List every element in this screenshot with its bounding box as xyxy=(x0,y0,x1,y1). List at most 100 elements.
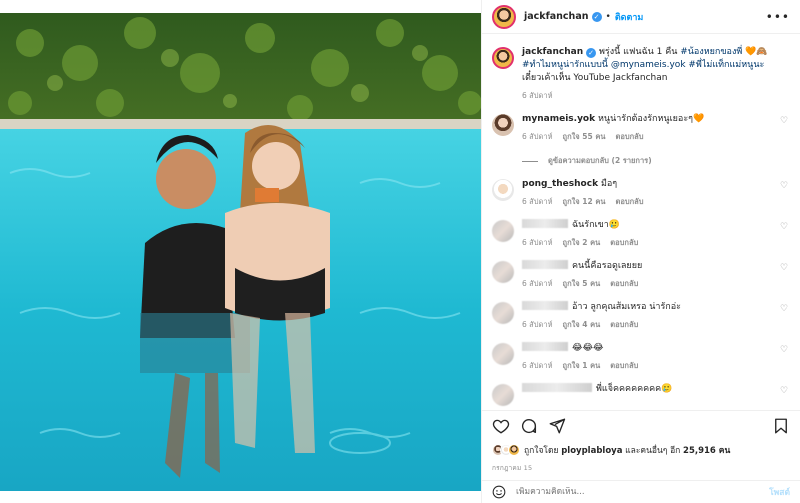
reply-button[interactable]: ตอบกลับ xyxy=(610,361,638,370)
comment-likes[interactable]: ถูกใจ 4 คน xyxy=(563,320,601,329)
likes-middle: และคนอื่นๆ อีก xyxy=(622,446,684,456)
caption-emoji: 🧡🙈 xyxy=(742,47,768,57)
comment-like-heart-icon[interactable]: ♡ xyxy=(780,222,790,232)
comment-input[interactable] xyxy=(516,487,770,497)
likes-text: ถูกใจโดย ployplabloya และคนอื่นๆ อีก 25,… xyxy=(524,443,730,457)
post-comment-button[interactable]: โพสต์ xyxy=(769,485,790,499)
heart-icon[interactable] xyxy=(492,417,510,435)
post-photo[interactable] xyxy=(0,13,481,491)
comment-item: 😂😂😂 6 สัปดาห์ ถูกใจ 1 คน ตอบกลับ ♡ xyxy=(492,342,790,372)
comment-time[interactable]: 6 สัปดาห์ xyxy=(522,279,553,288)
post-header: jackfanchan ✓ • ติดตาม ••• xyxy=(482,0,800,34)
comment-text: อ้าว ลูกคุณส้มเหรอ น่ารักอ่ะ xyxy=(572,302,681,312)
comment-time[interactable]: 6 สัปดาห์ xyxy=(522,197,553,206)
comment-item: mynameis.yok หนูน่ารักต้องรักหนูเยอะๆ🧡 6… xyxy=(492,113,790,143)
likes-count[interactable]: 25,916 xyxy=(683,446,716,456)
hashtag-link[interactable]: #น้องหยกของพี่ xyxy=(680,47,742,57)
liker-username[interactable]: ployplabloya xyxy=(561,446,622,456)
add-comment-bar: โพสต์ xyxy=(482,480,800,503)
commenter-avatar-blurred[interactable] xyxy=(492,302,514,324)
view-replies-button[interactable]: ดูข้อความตอบกลับ (2 รายการ) xyxy=(522,155,790,167)
comment-bubble-icon[interactable] xyxy=(520,417,538,435)
blurred-username xyxy=(522,260,568,269)
hashtag-link[interactable]: #พี่ไม่แท็กแม่หนูนะ xyxy=(688,60,764,70)
comment-item: คนนี้คือรอดูเลยยย 6 สัปดาห์ ถูกใจ 5 คน ตอบ… xyxy=(492,260,790,290)
author-avatar[interactable] xyxy=(492,4,516,29)
reply-button[interactable]: ตอบกลับ xyxy=(615,197,643,206)
likes-summary[interactable]: ถูกใจโดย ployplabloya และคนอื่นๆ อีก 25,… xyxy=(492,443,790,457)
caption-time[interactable]: 6 สัปดาห์ xyxy=(522,91,553,100)
verified-badge-icon: ✓ xyxy=(586,48,597,58)
comment-text: พี่แจ็คคคคคคคค🥲 xyxy=(596,384,673,394)
reply-button[interactable]: ตอบกลับ xyxy=(610,279,638,288)
caption-text-plain: พรุ่งนี้ แฟนฉัน 1 คืน xyxy=(596,47,681,57)
comment-time[interactable]: 6 สัปดาห์ xyxy=(522,361,553,370)
comment-likes[interactable]: ถูกใจ 2 คน xyxy=(563,238,601,247)
comment-likes[interactable]: ถูกใจ 5 คน xyxy=(563,279,601,288)
comment-likes[interactable]: ถูกใจ 12 คน xyxy=(563,197,606,206)
commenter-avatar-blurred[interactable] xyxy=(492,384,514,406)
comment-username[interactable]: mynameis.yok xyxy=(522,114,595,124)
comment-like-heart-icon[interactable]: ♡ xyxy=(780,386,790,396)
replies-divider xyxy=(522,160,538,162)
verified-badge-icon: ✓ xyxy=(591,11,602,22)
comment-item: อ้าว ลูกคุณส้มเหรอ น่ารักอ่ะ 6 สัปดาห์ ถู… xyxy=(492,301,790,331)
post-date[interactable]: กรกฎาคม 15 xyxy=(492,463,532,473)
paper-plane-icon[interactable] xyxy=(548,417,566,435)
commenter-avatar-blurred[interactable] xyxy=(492,220,514,242)
reply-button[interactable]: ตอบกลับ xyxy=(610,238,638,247)
view-replies-label: ดูข้อความตอบกลับ (2 รายการ) xyxy=(548,156,652,165)
likes-prefix: ถูกใจโดย xyxy=(524,446,562,456)
comments-list[interactable]: jackfanchan ✓ พรุ่งนี้ แฟนฉัน 1 คืน #น้อง… xyxy=(482,35,800,409)
more-options-icon[interactable]: ••• xyxy=(766,10,790,24)
comment-time[interactable]: 6 สัปดาห์ xyxy=(522,320,553,329)
header-separator: • xyxy=(605,11,611,22)
comment-item: pong_theshock มือๆ 6 สัปดาห์ ถูกใจ 12 คน ต… xyxy=(492,178,790,208)
reply-button[interactable]: ตอบกลับ xyxy=(615,132,643,141)
pool-photo-illustration xyxy=(0,13,481,491)
comment-time[interactable]: 6 สัปดาห์ xyxy=(522,238,553,247)
comment-username[interactable]: pong_theshock xyxy=(522,179,598,189)
commenter-avatar-blurred[interactable] xyxy=(492,343,514,365)
comment-like-heart-icon[interactable]: ♡ xyxy=(780,116,790,126)
comment-text: หนูน่ารักต้องรักหนูเยอะๆ🧡 xyxy=(597,114,705,124)
reply-button[interactable]: ตอบกลับ xyxy=(610,320,638,329)
comment-like-heart-icon[interactable]: ♡ xyxy=(780,263,790,273)
comment-like-heart-icon[interactable]: ♡ xyxy=(780,304,790,314)
caption-username[interactable]: jackfanchan xyxy=(522,47,583,57)
blurred-username xyxy=(522,301,568,310)
blurred-username xyxy=(522,219,568,228)
comment-like-heart-icon[interactable]: ♡ xyxy=(780,181,790,191)
author-username[interactable]: jackfanchan xyxy=(524,11,589,22)
comment-text: คนนี้คือรอดูเลยยย xyxy=(572,261,643,271)
post-caption: jackfanchan ✓ พรุ่งนี้ แฟนฉัน 1 คืน #น้อง… xyxy=(492,46,790,102)
comment-item: พี่แจ็คคคคคคคค🥲 ♡ xyxy=(492,383,790,406)
likes-suffix: คน xyxy=(715,446,731,456)
caption-text-tail: เดี๋ยวเค้าเห็น YouTube Jackfanchan xyxy=(522,73,668,83)
hashtag-link[interactable]: #ทำไมหนูน่ารักแบบนี้ xyxy=(522,60,608,70)
bookmark-icon[interactable] xyxy=(772,417,790,435)
smiley-icon[interactable] xyxy=(492,485,506,499)
comment-likes[interactable]: ถูกใจ 1 คน xyxy=(563,361,601,370)
commenter-avatar[interactable] xyxy=(492,179,514,201)
comment-text: มือๆ xyxy=(600,179,618,189)
follow-button[interactable]: ติดตาม xyxy=(615,10,644,24)
comment-time[interactable]: 6 สัปดาห์ xyxy=(522,132,553,141)
action-bar xyxy=(482,410,800,440)
mention-link[interactable]: @mynameis.yok xyxy=(608,60,688,70)
instagram-post-modal: jackfanchan ✓ • ติดตาม ••• jackfanchan ✓ … xyxy=(0,0,800,503)
comment-likes[interactable]: ถูกใจ 55 คน xyxy=(563,132,606,141)
comment-text: ฉันรักเขา🥲 xyxy=(572,220,621,230)
comment-like-heart-icon[interactable]: ♡ xyxy=(780,345,790,355)
post-side-panel: jackfanchan ✓ • ติดตาม ••• jackfanchan ✓ … xyxy=(481,0,800,503)
comment-text: 😂😂😂 xyxy=(572,343,604,353)
caption-text: jackfanchan ✓ พรุ่งนี้ แฟนฉัน 1 คืน #น้อง… xyxy=(522,46,774,85)
liker-avatar xyxy=(508,444,520,456)
caption-meta: 6 สัปดาห์ xyxy=(522,90,774,102)
commenter-avatar-blurred[interactable] xyxy=(492,261,514,283)
commenter-avatar[interactable] xyxy=(492,114,514,136)
blurred-username xyxy=(522,383,592,392)
blurred-username xyxy=(522,342,568,351)
comment-item: ฉันรักเขา🥲 6 สัปดาห์ ถูกใจ 2 คน ตอบกลับ ♡ xyxy=(492,219,790,249)
caption-avatar[interactable] xyxy=(492,47,514,69)
